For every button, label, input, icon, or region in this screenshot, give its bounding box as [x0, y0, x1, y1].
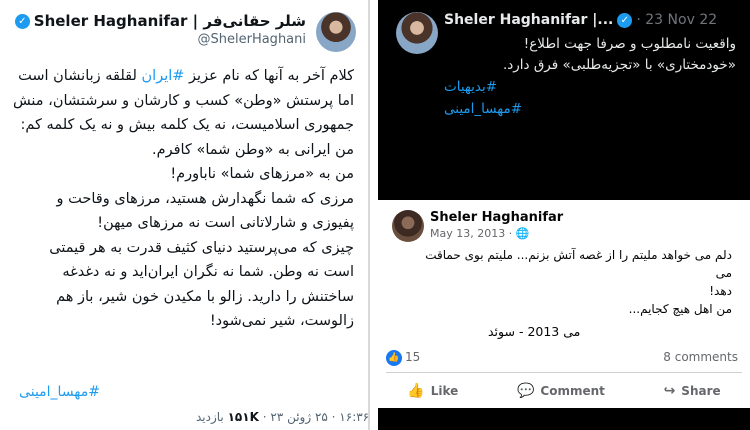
- hashtag-link[interactable]: #بدیهیات: [444, 76, 522, 98]
- tweet-line: چیزی که می‌پرستید دنیای کثیف قدرت به هر …: [49, 239, 354, 256]
- tweet-footer: ۱۶:۳۶ · ۲۵ ژوئن ۲۳ · ۱۵۱K بازدید: [196, 410, 368, 424]
- post-date-text: May 13, 2013 ·: [430, 227, 516, 240]
- right-screenshot-column: Sheler Haghanifar |... ✓ · 23 Nov 22 واق…: [378, 0, 750, 430]
- verified-badge-icon: ✓: [617, 12, 633, 28]
- divider: [378, 146, 750, 200]
- tweet-line: مرزی که شما نگهدارش هستید، مرزهای وقاحت …: [56, 190, 354, 207]
- display-name[interactable]: Sheler Haghanifar |...: [444, 12, 613, 28]
- tweet-line: است نه وطن. شما نه نگران ایران‌اید و نه …: [62, 264, 354, 280]
- like-count[interactable]: 15: [405, 350, 420, 364]
- like-button-label: Like: [430, 384, 459, 398]
- left-tweet-header: ✓ Sheler Haghanifar | شلر حقانی‌فر @Shel…: [14, 12, 356, 52]
- comment-button-label: Comment: [540, 384, 605, 398]
- facebook-post-card: Sheler Haghanifar May 13, 2013 · 🌐 دلم م…: [378, 200, 750, 408]
- views-count: ۱۵۱K: [227, 410, 259, 424]
- hashtag-link[interactable]: #ایران: [142, 68, 185, 84]
- user-handle[interactable]: @ShelerHaghani: [15, 32, 307, 47]
- thumbs-up-icon: 👍: [407, 383, 425, 399]
- divider: [386, 372, 742, 373]
- verified-badge-icon: ✓: [14, 13, 30, 29]
- tweet-line: اما پرستش «وطن» کسب و کارشان و سرشتشان، …: [12, 92, 354, 109]
- tweet-line: جمهوری اسلامیست، نه یک کلمه بیش و نه یک …: [20, 117, 355, 133]
- tweet-line: پفیوزی و شارلاتانی است نه مرزهای میهن!: [97, 215, 354, 231]
- tweet-line: ساختنش را دارید. زالو با مکیدن خون شیر، …: [56, 288, 354, 305]
- tweet-body: کلام آخر به آنها که نام عزیز #ایران لقلق…: [10, 64, 354, 334]
- hashtag-list: #بدیهیات #مهسا_امینی: [444, 76, 522, 120]
- hashtag-link[interactable]: #مهسا_امینی: [19, 384, 100, 400]
- composite-screenshot: ✓ Sheler Haghanifar | شلر حقانی‌فر @Shel…: [0, 0, 750, 430]
- post-caption: می 2013 - سوئد: [488, 324, 581, 339]
- post-body: دلم می خواهد ملیتم را از غصه آتش بزنم...…: [412, 246, 732, 318]
- divider: [378, 124, 750, 146]
- comment-count[interactable]: 8 comments: [663, 350, 738, 364]
- divider: [378, 408, 750, 430]
- post-line: من اهل هیچ کجایم...: [628, 302, 732, 316]
- tweet-line: من ایرانی به «وطن شما» کافرم.: [152, 141, 354, 158]
- left-tweet-card: ✓ Sheler Haghanifar | شلر حقانی‌فر @Shel…: [0, 0, 370, 430]
- share-button[interactable]: ↪ Share: [664, 383, 721, 399]
- dark-tweet-card: Sheler Haghanifar |... ✓ · 23 Nov 22 واق…: [378, 0, 750, 124]
- tweet-line: زالوست، شیر نمی‌شود!: [209, 313, 354, 329]
- post-line: دهد!: [709, 284, 732, 298]
- avatar[interactable]: [392, 210, 424, 242]
- tweet-line: من به «مرزهای شما» ناباورم!: [170, 166, 354, 182]
- tweet-date[interactable]: · 23 Nov 22: [636, 12, 717, 28]
- comment-button[interactable]: 💬 Comment: [517, 383, 605, 399]
- avatar[interactable]: [316, 12, 356, 52]
- tweet-line: «خودمختاری» با «تجزیه‌طلبی» فرق دارد.: [502, 57, 736, 73]
- share-button-label: Share: [681, 384, 721, 398]
- poster-name[interactable]: Sheler Haghanifar: [430, 210, 563, 225]
- hashtag-link[interactable]: #مهسا_امینی: [444, 98, 522, 120]
- globe-icon: 🌐: [515, 227, 530, 240]
- display-name[interactable]: Sheler Haghanifar | شلر حقانی‌فر: [34, 12, 306, 30]
- avatar[interactable]: [396, 12, 438, 54]
- views-label: بازدید: [196, 410, 224, 424]
- post-actions: 👍 Like 💬 Comment ↪ Share: [378, 378, 750, 404]
- tweet-body: واقعیت نامطلوب و صرفا جهت اطلاع! «خودمخت…: [446, 34, 736, 76]
- post-line: دلم می خواهد ملیتم را از غصه آتش بزنم...…: [425, 248, 732, 280]
- tweet-line: واقعیت نامطلوب و صرفا جهت اطلاع!: [523, 36, 736, 52]
- share-icon: ↪: [663, 383, 676, 399]
- post-date[interactable]: May 13, 2013 · 🌐: [430, 227, 529, 240]
- tweet-timestamp[interactable]: ۱۶:۳۶ · ۲۵ ژوئن ۲۳ ·: [263, 410, 368, 424]
- like-reaction-icon: 👍: [386, 350, 402, 366]
- post-stats: 👍 15 8 comments: [378, 348, 750, 370]
- like-button[interactable]: 👍 Like: [407, 383, 458, 399]
- tweet-line: کلام آخر به آنها که نام عزیز #ایران لقلق…: [18, 68, 354, 84]
- comment-icon: 💬: [516, 383, 535, 399]
